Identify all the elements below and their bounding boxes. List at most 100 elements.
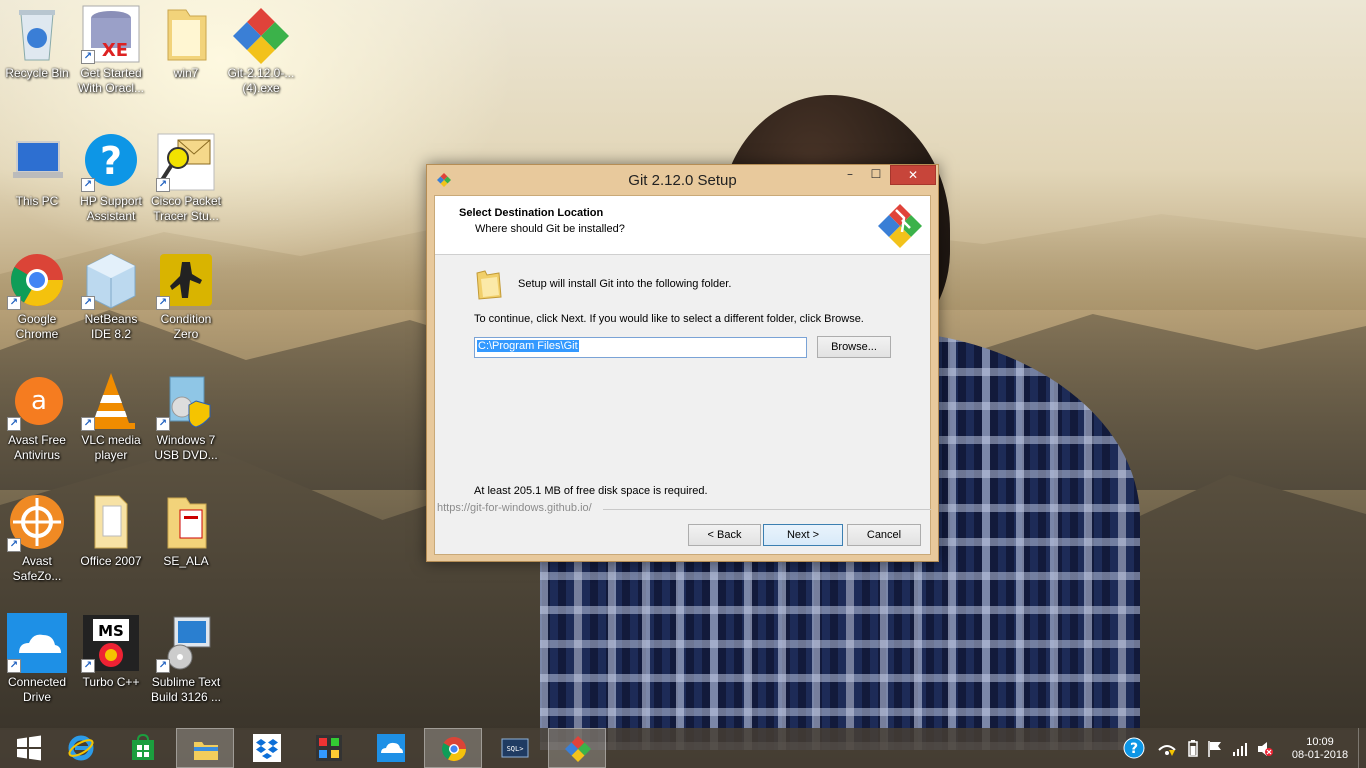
desktop-icon-this-pc[interactable]: This PC: [0, 132, 74, 209]
dialog-client-area: Select Destination Location Where should…: [434, 195, 931, 555]
desktop-icon-label: Sublime Text Build 3126 ...: [150, 675, 222, 704]
next-button[interactable]: Next >: [763, 524, 843, 546]
close-button[interactable]: ✕: [890, 165, 936, 185]
git-setup-dialog: Git 2.12.0 Setup – ☐ ✕ Select Destinatio…: [426, 164, 939, 562]
volume-muted-icon[interactable]: [1256, 740, 1274, 758]
desktop-icon-se-ala[interactable]: SE_ALA: [149, 492, 223, 569]
cancel-button[interactable]: Cancel: [847, 524, 921, 546]
turbo-cpp-icon: MS ↗: [81, 613, 141, 673]
install-path-input[interactable]: C:\Program Files\Git: [474, 337, 807, 358]
onedrive-icon: [377, 734, 405, 762]
taskbar-git-setup[interactable]: [548, 728, 606, 768]
store-icon: [132, 734, 154, 760]
desktop-icon-win7[interactable]: win7: [149, 4, 223, 81]
svg-text:XE: XE: [102, 40, 128, 61]
computer-icon: [7, 132, 67, 192]
desktop-icon-google-chrome[interactable]: ↗ Google Chrome: [0, 250, 74, 342]
desktop-icon-vlc[interactable]: ↗ VLC media player: [74, 371, 148, 463]
taskbar-dropbox[interactable]: [238, 728, 296, 768]
desktop-icon-usb-dvd-tool[interactable]: ↗ Windows 7 USB DVD...: [149, 371, 223, 463]
desktop-icon-hp-support[interactable]: ? ↗ HP Support Assistant: [74, 132, 148, 224]
desktop-icon-avast-safezone[interactable]: ↗ Avast SafeZo...: [0, 492, 74, 584]
help-icon: ? ↗: [81, 132, 141, 192]
sublime-icon: ↗: [156, 613, 216, 673]
maximize-button[interactable]: ☐: [863, 165, 889, 185]
desktop-icon-avast[interactable]: a ↗ Avast Free Antivirus: [0, 371, 74, 463]
taskbar-photos[interactable]: [300, 728, 358, 768]
avast-safezone-icon: ↗: [7, 492, 67, 552]
shortcut-arrow-icon: ↗: [7, 538, 21, 552]
minimize-button[interactable]: –: [837, 165, 863, 185]
shortcut-arrow-icon: ↗: [81, 296, 95, 310]
shortcut-arrow-icon: ↗: [81, 659, 95, 673]
close-icon: ✕: [907, 168, 919, 182]
taskbar-sql[interactable]: SQL>: [486, 728, 544, 768]
svg-text:?: ?: [1130, 741, 1138, 757]
desktop-icon-connected-drive[interactable]: ↗ Connected Drive: [0, 613, 74, 705]
shortcut-arrow-icon: ↗: [156, 178, 170, 192]
wizard-heading: Select Destination Location: [459, 207, 604, 219]
taskbar-internet-explorer[interactable]: [52, 728, 110, 768]
counter-strike-icon: ↗: [156, 250, 216, 310]
chrome-icon: [441, 737, 466, 762]
shortcut-arrow-icon: ↗: [81, 417, 95, 431]
taskbar-chrome[interactable]: [424, 728, 482, 768]
desktop-icon-label: Git-2.12.0-... (4).exe: [227, 66, 295, 95]
folder-icon: [156, 492, 216, 552]
shortcut-arrow-icon: ↗: [81, 178, 95, 192]
show-desktop-button[interactable]: [1358, 728, 1366, 768]
git-logo-icon: [878, 204, 922, 248]
svg-text:?: ?: [100, 139, 122, 183]
file-explorer-icon: [194, 742, 218, 760]
desktop-icon-label: Google Chrome: [15, 312, 59, 341]
desktop-icon-packet-tracer[interactable]: ↗ Cisco Packet Tracer Stu...: [149, 132, 223, 224]
svg-text:MS: MS: [98, 622, 124, 640]
desktop-icon-label: win7: [173, 66, 199, 80]
start-icon: [17, 735, 41, 761]
shortcut-arrow-icon: ↗: [156, 659, 170, 673]
taskbar-file-explorer[interactable]: [176, 728, 234, 768]
desktop-icon-label: Windows 7 USB DVD...: [154, 433, 218, 462]
chrome-icon: ↗: [7, 250, 67, 310]
avast-icon: a ↗: [7, 371, 67, 431]
dialog-titlebar[interactable]: Git 2.12.0 Setup – ☐ ✕: [427, 165, 938, 195]
browse-button[interactable]: Browse...: [817, 336, 891, 358]
shortcut-arrow-icon: ↗: [7, 659, 21, 673]
desktop-icon-turbo-cpp[interactable]: MS ↗ Turbo C++: [74, 613, 148, 690]
taskbar-onedrive[interactable]: [362, 728, 420, 768]
folder-icon: [156, 4, 216, 64]
wizard-header: Select Destination Location Where should…: [435, 196, 930, 255]
network-warning-icon[interactable]: [1157, 740, 1177, 758]
start-button[interactable]: [0, 728, 58, 768]
intro-text: Setup will install Git into the followin…: [518, 278, 732, 290]
desktop-icon-label: Avast SafeZo...: [12, 554, 62, 583]
desktop-icon-git-installer[interactable]: Git-2.12.0-... (4).exe: [224, 4, 298, 96]
back-button[interactable]: < Back: [688, 524, 761, 546]
desktop-icon-label: Turbo C++: [82, 675, 140, 689]
desktop-icon-label: VLC media player: [81, 433, 141, 462]
desktop-icon-label: HP Support Assistant: [80, 194, 142, 223]
desktop-icon-sublime[interactable]: ↗ Sublime Text Build 3126 ...: [149, 613, 223, 705]
desktop-icon-office-2007[interactable]: Office 2007: [74, 492, 148, 569]
desktop-icon-recycle-bin[interactable]: Recycle Bin: [0, 4, 74, 81]
desktop-icon-label: Avast Free Antivirus: [8, 433, 66, 462]
signal-icon[interactable]: [1232, 740, 1248, 758]
desktop-icon-label: Condition Zero: [160, 312, 212, 341]
desktop-icon-netbeans[interactable]: ↗ NetBeans IDE 8.2: [74, 250, 148, 342]
folder-icon: [476, 270, 502, 300]
wizard-subheading: Where should Git be installed?: [475, 223, 625, 235]
dropbox-icon: [253, 734, 281, 762]
taskbar-clock[interactable]: 10:09 08-01-2018: [1288, 736, 1352, 762]
taskbar-store[interactable]: [114, 728, 172, 768]
action-center-flag-icon[interactable]: [1207, 740, 1223, 758]
help-tray-icon[interactable]: ?: [1123, 737, 1145, 759]
shortcut-arrow-icon: ↗: [81, 50, 95, 64]
battery-icon[interactable]: [1187, 740, 1199, 758]
desktop-icon-oracle[interactable]: XE ↗ Get Started With Oracl...: [74, 4, 148, 96]
taskbar: SQL> ? 10:09 08-01-2018: [0, 728, 1366, 768]
desktop-icon-label: SE_ALA: [163, 554, 209, 568]
desktop-icon-condition-zero[interactable]: ↗ Condition Zero: [149, 250, 223, 342]
desktop-icon-label: Cisco Packet Tracer Stu...: [150, 194, 222, 223]
desktop-icon-label: Connected Drive: [7, 675, 67, 704]
clock-time: 10:09: [1306, 736, 1334, 748]
